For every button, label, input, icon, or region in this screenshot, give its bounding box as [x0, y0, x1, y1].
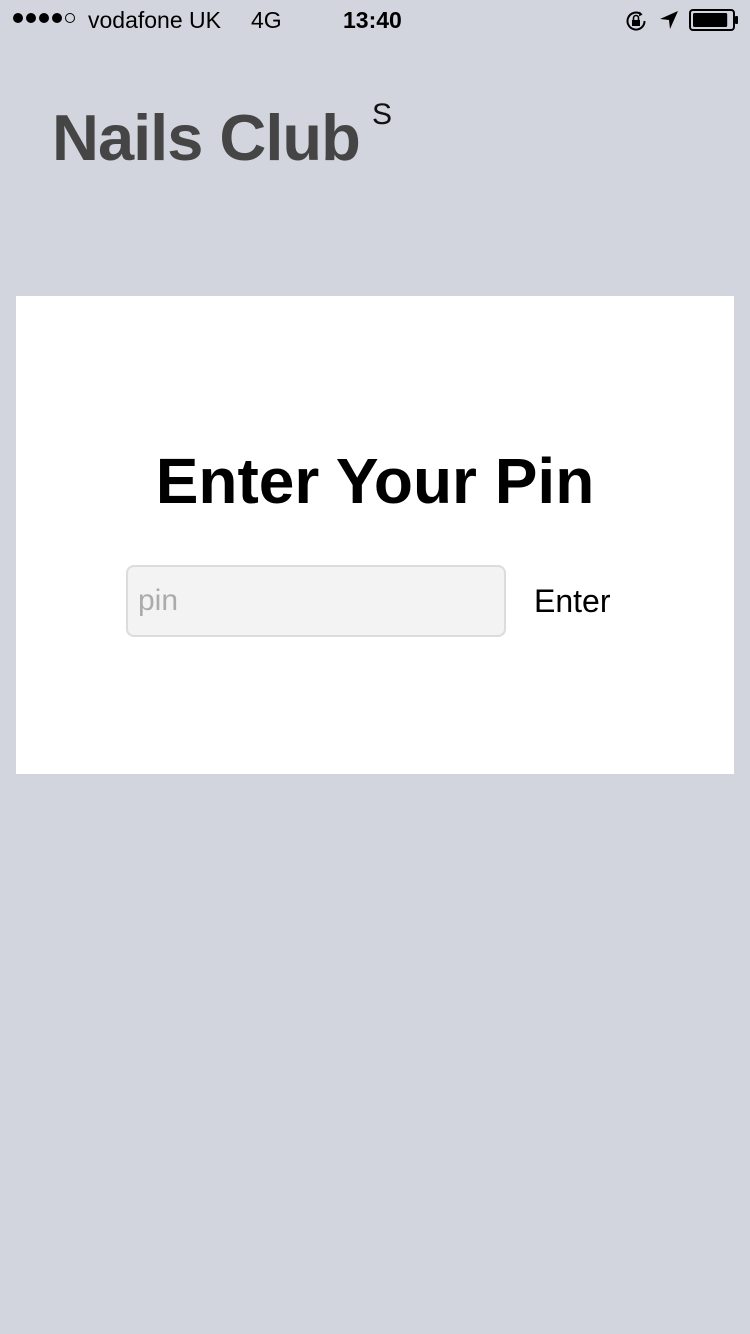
- pin-input[interactable]: [126, 565, 506, 637]
- signal-strength-icon: [13, 13, 75, 23]
- app-title-superscript: S: [372, 98, 393, 131]
- battery-icon: [689, 9, 738, 31]
- status-bar: vodafone UK 4G 13:40: [0, 0, 750, 40]
- signal-dot: [26, 13, 36, 23]
- status-time: 13:40: [343, 7, 402, 33]
- network-type: 4G: [251, 7, 282, 33]
- pin-card: Enter Your Pin Enter: [16, 296, 734, 774]
- signal-dot: [13, 13, 23, 23]
- signal-dot: [52, 13, 62, 23]
- signal-dot: [65, 13, 75, 23]
- location-arrow-icon: [660, 11, 678, 29]
- pin-heading: Enter Your Pin: [155, 445, 595, 517]
- app-title: Nails Club: [52, 101, 361, 174]
- enter-button[interactable]: Enter: [526, 576, 618, 626]
- carrier-name: vodafone UK: [88, 7, 221, 33]
- orientation-lock-icon: [626, 11, 646, 31]
- signal-dot: [39, 13, 49, 23]
